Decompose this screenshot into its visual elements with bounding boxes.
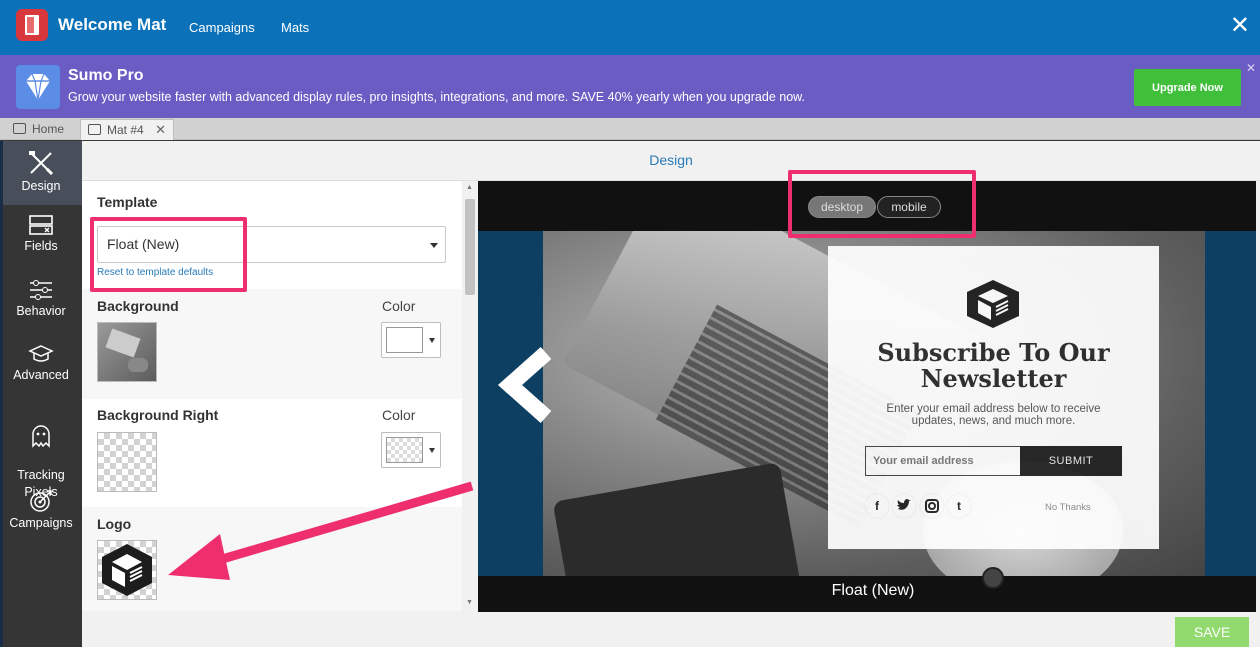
tab-mat-label: Mat #4 (107, 123, 144, 137)
sidebar-label-behavior: Behavior (16, 304, 66, 318)
background-right-image-thumbnail[interactable] (97, 432, 157, 492)
no-thanks-link[interactable]: No Thanks (1045, 502, 1091, 513)
top-bar: Welcome Mat Campaigns Mats ✕ (0, 0, 1260, 55)
diamond-icon (16, 65, 60, 109)
upgrade-now-button[interactable]: Upgrade Now (1134, 69, 1241, 106)
template-label: Template (97, 194, 158, 210)
sidebar-label-fields: Fields (24, 239, 58, 253)
chevron-down-icon (429, 338, 435, 343)
cube-logo-icon (967, 280, 1019, 328)
graduation-cap-icon (28, 345, 54, 362)
twitter-icon[interactable] (892, 494, 916, 518)
annotation-arrow-icon (168, 481, 474, 580)
chevron-down-icon (429, 448, 435, 453)
newsletter-card: Subscribe To Our Newsletter Enter your e… (828, 246, 1159, 549)
tumblr-icon[interactable]: t (947, 494, 971, 518)
promo-close-icon[interactable]: ✕ (1246, 61, 1256, 75)
promo-text: Grow your website faster with advanced d… (68, 90, 805, 104)
sidebar-label-design: Design (21, 179, 61, 193)
email-input[interactable]: Your email address (865, 446, 1021, 476)
target-icon (30, 490, 52, 512)
instagram-icon[interactable] (920, 494, 944, 518)
logo-label: Logo (97, 516, 132, 532)
close-icon[interactable]: ✕ (1230, 14, 1250, 38)
sliders-icon (30, 280, 52, 300)
sidebar-item-tracking-pixels[interactable]: Tracking Pixels (0, 407, 82, 499)
fields-icon (29, 215, 53, 235)
tab-home-label: Home (32, 122, 65, 136)
app-title: Welcome Mat (58, 15, 167, 34)
newsletter-title: Subscribe To Our Newsletter (877, 338, 1110, 393)
nav-mats[interactable]: Mats (281, 20, 309, 35)
save-button[interactable]: SAVE (1175, 617, 1249, 647)
nav-campaigns[interactable]: Campaigns (189, 20, 255, 35)
sidebar-label-campaigns: Campaigns (9, 516, 73, 530)
sidebar-edge (0, 141, 3, 647)
annotation-highlight-device-toggle (788, 170, 976, 238)
promo-title: Sumo Pro (68, 67, 144, 84)
background-image-thumbnail[interactable] (97, 322, 157, 382)
sidebar-item-fields[interactable]: Fields (0, 214, 82, 270)
sidebar-item-campaigns[interactable]: Campaigns (0, 489, 82, 545)
sumo-pro-banner: Sumo Pro Grow your website faster with a… (0, 55, 1260, 118)
background-right-label: Background Right (97, 407, 219, 423)
chevron-left-icon[interactable] (492, 347, 568, 423)
color-swatch (386, 437, 423, 463)
facebook-icon[interactable]: f (865, 494, 889, 518)
mat-icon (88, 124, 101, 135)
submit-button[interactable]: SUBMIT (1020, 446, 1122, 476)
mat-preview: desktop mobile Subscribe To Our Newslett… (478, 181, 1256, 613)
background-label: Background (97, 298, 179, 314)
tab-home[interactable]: Home (6, 119, 76, 140)
logo-image-thumbnail[interactable] (97, 540, 157, 600)
ghost-icon (32, 425, 50, 448)
tab-close-icon[interactable]: ✕ (155, 120, 166, 140)
sidebar: Design Fields Behavior Advanced Tracking… (0, 141, 82, 647)
welcome-mat-logo-icon (16, 9, 48, 41)
tab-mat-4[interactable]: Mat #4 ✕ (80, 119, 174, 140)
phone-shape (552, 462, 804, 576)
sidebar-label-advanced: Advanced (13, 368, 69, 382)
section-title: Design (649, 152, 693, 168)
scroll-up-icon[interactable]: ▲ (466, 184, 473, 191)
template-name-caption: Float (New) (831, 582, 915, 599)
chevron-down-icon (430, 243, 438, 248)
footer-bar (82, 612, 1260, 647)
newsletter-subtitle: Enter your email address below to receiv… (886, 403, 1101, 427)
annotation-highlight-template (90, 217, 247, 292)
color-swatch (386, 327, 423, 353)
background-right-color-picker[interactable] (381, 432, 441, 468)
background-color-label: Color (382, 298, 416, 314)
background-right-color-label: Color (382, 407, 416, 423)
pencil-ruler-icon (29, 151, 54, 176)
scroll-down-icon[interactable]: ▼ (466, 599, 473, 606)
scroll-thumb[interactable] (465, 199, 475, 295)
sidebar-item-advanced[interactable]: Advanced (0, 343, 82, 399)
sidebar-item-design[interactable]: Design (0, 141, 82, 205)
tab-bar: Home Mat #4 ✕ (0, 118, 1260, 140)
envelope-icon (13, 123, 26, 134)
background-color-picker[interactable] (381, 322, 441, 358)
sidebar-item-behavior[interactable]: Behavior (0, 279, 82, 335)
background-group: Background Color (82, 289, 462, 399)
